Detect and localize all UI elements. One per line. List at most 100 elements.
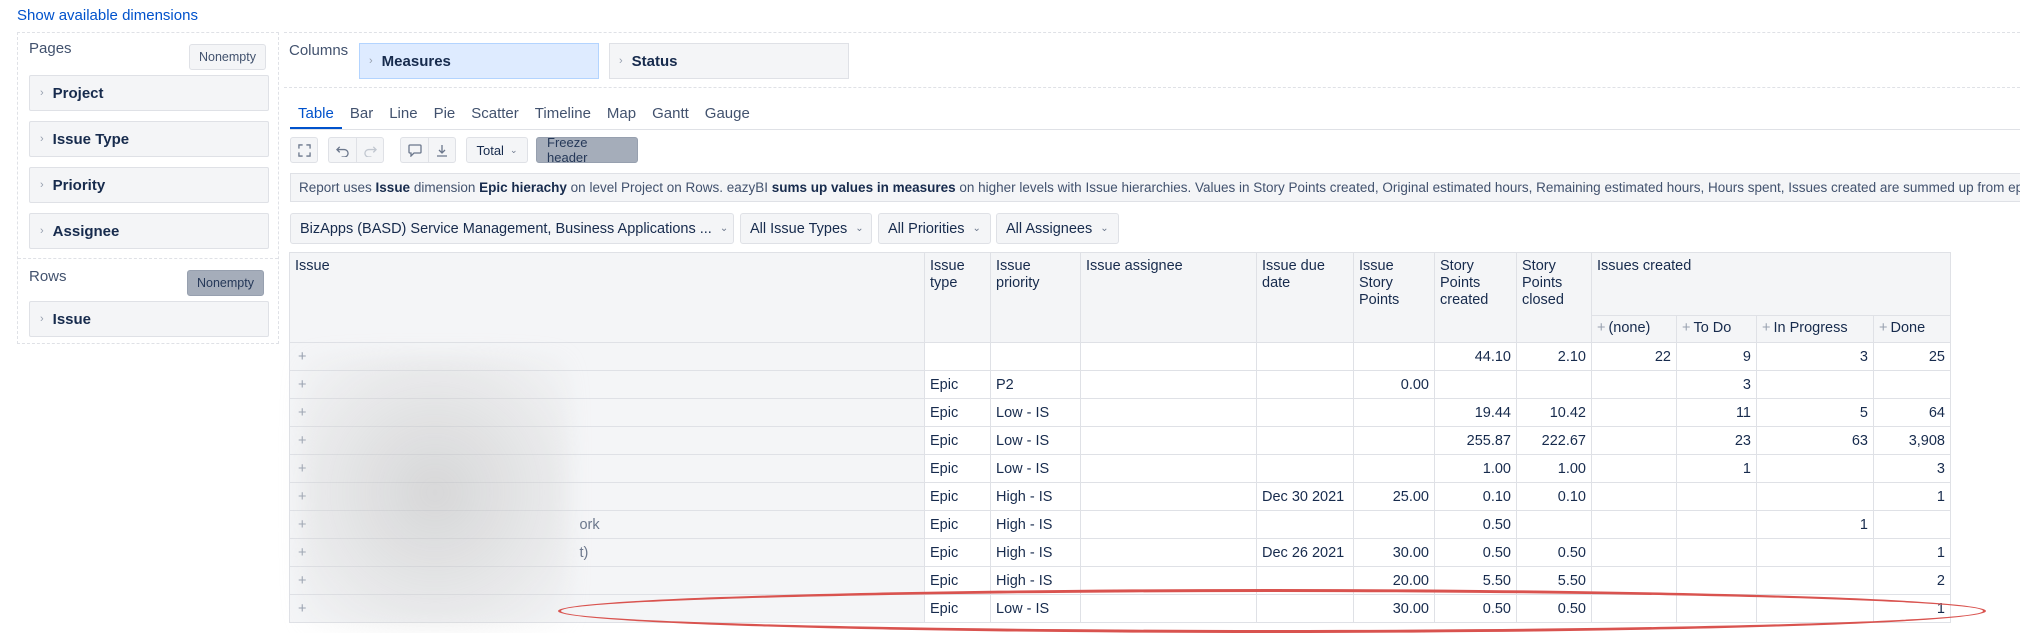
column-dimension-status[interactable]: › Status bbox=[609, 43, 849, 79]
cell-to-do bbox=[1676, 594, 1757, 623]
tab-scatter[interactable]: Scatter bbox=[463, 102, 527, 129]
cell-issue-priority: P2 bbox=[990, 370, 1081, 399]
cell-issue-type: Epic bbox=[924, 426, 991, 455]
page-dimension-priority[interactable]: › Priority bbox=[29, 167, 269, 203]
cell-issue[interactable]: + bbox=[289, 342, 925, 371]
page-dimension-project[interactable]: › Project bbox=[29, 75, 269, 111]
plus-icon[interactable]: + bbox=[1597, 320, 1605, 336]
project-filter-select[interactable]: BizApps (BASD) Service Management, Busin… bbox=[290, 213, 734, 244]
issue-type-filter-select[interactable]: All Issue Types ⌄ bbox=[740, 213, 872, 244]
cell-issue[interactable]: + bbox=[289, 398, 925, 427]
header-issues-created[interactable]: Issues created bbox=[1591, 252, 1951, 316]
header-issue-priority[interactable]: Issue priority bbox=[990, 252, 1081, 343]
header-issue-type[interactable]: Issue type bbox=[924, 252, 991, 343]
header-story-points-closed[interactable]: Story Points closed bbox=[1516, 252, 1592, 343]
pages-nonempty-button[interactable]: Nonempty bbox=[189, 44, 266, 70]
plus-icon[interactable]: + bbox=[1682, 320, 1690, 336]
tab-pie[interactable]: Pie bbox=[426, 102, 464, 129]
cell-none: 22 bbox=[1591, 342, 1677, 371]
column-dimension-measures[interactable]: › Measures bbox=[359, 43, 599, 79]
tab-gantt[interactable]: Gantt bbox=[644, 102, 697, 129]
status-label: To Do bbox=[1693, 320, 1732, 336]
cell-in-progress: 1 bbox=[1756, 510, 1874, 539]
dimension-label: Issue bbox=[52, 310, 92, 328]
report-table-body: +44.10 2.10 22 9 3 25 + Epic P2 0.00 3 + Epic Low - I… bbox=[289, 342, 1951, 623]
plus-icon[interactable]: + bbox=[1762, 320, 1770, 336]
cell-done: 1 bbox=[1873, 538, 1951, 567]
cell-issue[interactable]: + bbox=[289, 566, 925, 595]
cell-sp-created bbox=[1434, 370, 1517, 399]
header-status-to-do[interactable]: + To Do bbox=[1676, 315, 1757, 343]
freeze-header-button[interactable]: Freeze header bbox=[536, 135, 638, 165]
cell-issue-priority: Low - IS bbox=[990, 454, 1081, 483]
cell-issue[interactable]: + ork bbox=[289, 510, 925, 539]
chevron-right-icon: › bbox=[369, 55, 373, 67]
cell-sp-created: 255.87 bbox=[1434, 426, 1517, 455]
cell-issue-due-date bbox=[1256, 398, 1354, 427]
export-button[interactable] bbox=[428, 137, 456, 163]
tab-table[interactable]: Table bbox=[290, 102, 342, 129]
show-available-dimensions-link[interactable]: Show available dimensions bbox=[17, 7, 198, 24]
expand-plus-icon[interactable]: + bbox=[298, 517, 306, 533]
header-story-points-created[interactable]: Story Points created bbox=[1434, 252, 1517, 343]
tab-timeline[interactable]: Timeline bbox=[527, 102, 599, 129]
header-status-none[interactable]: + (none) bbox=[1591, 315, 1677, 343]
expand-plus-icon[interactable]: + bbox=[298, 573, 306, 589]
undo-button[interactable] bbox=[328, 137, 356, 163]
info-text: on higher levels with Issue hierarchies.… bbox=[955, 180, 2020, 195]
undo-icon bbox=[336, 145, 349, 157]
cell-issue[interactable]: + bbox=[289, 370, 925, 399]
cell-sp-closed: 2.10 bbox=[1516, 342, 1592, 371]
expand-plus-icon[interactable]: + bbox=[298, 433, 306, 449]
header-status-in-progress[interactable]: + In Progress bbox=[1756, 315, 1874, 343]
cell-issue-due-date: Dec 30 2021 bbox=[1256, 482, 1354, 511]
header-issue-story-points[interactable]: Issue Story Points bbox=[1353, 252, 1435, 343]
cell-sp-closed bbox=[1516, 370, 1592, 399]
cell-issue-type: Epic bbox=[924, 454, 991, 483]
expand-plus-icon[interactable]: + bbox=[298, 545, 306, 561]
cell-sp-closed: 10.42 bbox=[1516, 398, 1592, 427]
expand-plus-icon[interactable]: + bbox=[298, 601, 306, 617]
priority-filter-select[interactable]: All Priorities ⌄ bbox=[878, 213, 991, 244]
cell-issue-assignee bbox=[1080, 426, 1257, 455]
fullscreen-button[interactable] bbox=[290, 137, 318, 163]
rows-label: Rows bbox=[29, 268, 67, 285]
cell-issue[interactable]: + bbox=[289, 482, 925, 511]
page-dimension-assignee[interactable]: › Assignee bbox=[29, 213, 269, 249]
tab-line[interactable]: Line bbox=[381, 102, 425, 129]
cell-issue[interactable]: + t) bbox=[289, 538, 925, 567]
tab-map[interactable]: Map bbox=[599, 102, 644, 129]
cell-issue-type: Epic bbox=[924, 510, 991, 539]
cell-issue[interactable]: + bbox=[289, 454, 925, 483]
expand-plus-icon[interactable]: + bbox=[298, 489, 306, 505]
page-dimension-issue-type[interactable]: › Issue Type bbox=[29, 121, 269, 157]
chevron-down-icon: ⌄ bbox=[1100, 223, 1109, 234]
filter-label: All Issue Types bbox=[750, 220, 848, 237]
header-status-done[interactable]: + Done bbox=[1873, 315, 1951, 343]
cell-to-do: 23 bbox=[1676, 426, 1757, 455]
tab-gauge[interactable]: Gauge bbox=[697, 102, 758, 129]
cell-none bbox=[1591, 482, 1677, 511]
tab-bar[interactable]: Bar bbox=[342, 102, 381, 129]
expand-plus-icon[interactable]: + bbox=[298, 461, 306, 477]
info-bold: sums up values in measures bbox=[771, 180, 956, 195]
plus-icon[interactable]: + bbox=[1879, 320, 1887, 336]
header-issue-due-date[interactable]: Issue due date bbox=[1256, 252, 1354, 343]
info-text: on level Project on Rows. eazyBI bbox=[566, 180, 772, 195]
cell-issue[interactable]: + bbox=[289, 594, 925, 623]
expand-plus-icon[interactable]: + bbox=[298, 377, 306, 393]
expand-plus-icon[interactable]: + bbox=[298, 349, 306, 365]
comment-button[interactable] bbox=[400, 137, 428, 163]
rows-nonempty-button[interactable]: Nonempty bbox=[187, 270, 264, 296]
cell-issue[interactable]: + bbox=[289, 426, 925, 455]
total-select[interactable]: Total ⌄ bbox=[466, 137, 528, 163]
cell-none bbox=[1591, 454, 1677, 483]
expand-plus-icon[interactable]: + bbox=[298, 405, 306, 421]
chevron-down-icon: ⌄ bbox=[855, 223, 864, 234]
redo-button[interactable] bbox=[356, 137, 384, 163]
assignee-filter-select[interactable]: All Assignees ⌄ bbox=[996, 213, 1119, 244]
row-dimension-issue[interactable]: › Issue bbox=[29, 301, 269, 337]
header-issue-assignee[interactable]: Issue assignee bbox=[1080, 252, 1257, 343]
header-issue[interactable]: Issue bbox=[289, 252, 925, 343]
report-table: Issue Issue type Issue priority Issue as… bbox=[289, 252, 1951, 623]
